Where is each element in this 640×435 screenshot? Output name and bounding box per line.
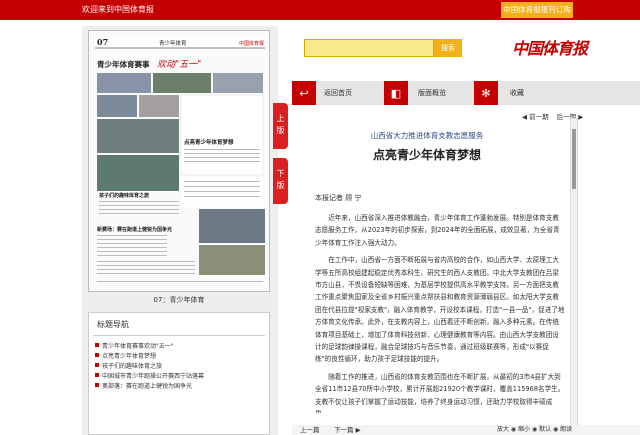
scroll-thumb[interactable]	[572, 129, 576, 189]
bullet-icon	[95, 373, 99, 377]
home-button[interactable]: 返回首页	[324, 81, 352, 105]
nav-title: 标题导航	[97, 320, 129, 329]
bullet-icon	[95, 363, 99, 367]
article-kicker: 山西省大力推进体育支教志愿服务	[370, 131, 484, 140]
section-header: 青少年体育	[159, 39, 187, 47]
nav-item[interactable]: 点亮青少年体育梦想	[95, 350, 204, 360]
welcome-text: 欢迎来到中国体育报	[82, 5, 154, 14]
search-input[interactable]	[304, 39, 434, 57]
bullet-icon	[95, 383, 99, 387]
article-title: 点亮青少年体育梦想	[372, 148, 481, 162]
thumb-headline-highlight: 欢动"五一"	[157, 59, 201, 70]
subscribe-button[interactable]: 中国体育报报刊订购	[501, 2, 573, 18]
favorite-button[interactable]: 收藏	[510, 81, 524, 105]
page-caption: 07：青少年体育	[153, 296, 205, 304]
article-scrollbar[interactable]	[570, 118, 578, 430]
newspaper-page-thumbnail[interactable]: 07 青少年体育 中国体育报 青少年体育赛事 欢动"五一" 点亮青少年体育梦想 …	[88, 30, 270, 292]
search-button[interactable]: 搜索	[434, 39, 462, 57]
nav-item[interactable]: 青少年体育赛事欢动"五一"	[95, 340, 204, 350]
nav-item[interactable]: 中国城市青少年跑操公开赛西宁站落幕	[95, 370, 204, 380]
next-page-tab[interactable]: 下版	[273, 158, 288, 204]
gear-icon[interactable]: ✻	[474, 81, 498, 105]
article-paragraph: 近年来，山西省深入推进体教融合，青少年体育工作蓬勃发展。特别是体育支教志愿服务工…	[315, 214, 560, 247]
thumb-headline: 青少年体育赛事	[97, 59, 150, 69]
prev-page-tab[interactable]: 上版	[273, 103, 288, 149]
next-article-link[interactable]: 下一篇 ▶	[334, 424, 361, 434]
thumb-article4-title: 新赛场：赛在跑道上健锐为国争光	[97, 226, 172, 233]
thumb-article3-title: 孩子们的趣味体育之旅	[99, 192, 149, 199]
svg-text:中国体育报: 中国体育报	[239, 40, 264, 47]
back-arrow-icon[interactable]: ↩	[292, 81, 316, 105]
nav-list: 青少年体育赛事欢动"五一" 点亮青少年体育梦想 孩子们的趣味体育之旅 中国城市青…	[95, 340, 204, 390]
article-paragraph: 在工作中，山西省一方面不断拓展与省内高校的合作，如山西大学、太原理工大学等五所高…	[315, 256, 565, 364]
prev-issue-link[interactable]: ◀ 前一期	[522, 113, 549, 121]
article-paragraph: 随着工作的推进，山西省的体育支教范围也在不断扩展，从最初的3市4县扩大到全省11…	[315, 372, 565, 413]
toolbar: ↩ 返回首页 ◧ 版面概览 ✻ 收藏	[292, 81, 640, 105]
overview-icon[interactable]: ◧	[384, 81, 408, 105]
prev-article-link[interactable]: 上一篇	[300, 424, 320, 434]
title-navigation: 标题导航 青少年体育赛事欢动"五一" 点亮青少年体育梦想 孩子们的趣味体育之旅 …	[88, 312, 270, 435]
newspaper-page-image: 07 青少年体育 中国体育报 青少年体育赛事 欢动"五一" 点亮青少年体育梦想 …	[89, 31, 269, 291]
article-body: 近年来，山西省深入推进体教融合，青少年体育工作蓬勃发展。特别是体育支教志愿服务工…	[315, 212, 565, 413]
zoom-controls[interactable]: 放大 ◉ 缩小 ◉ 默认 ◉ 朗读	[497, 424, 572, 433]
nav-item[interactable]: 孩子们的趣味体育之旅	[95, 360, 204, 370]
overview-button[interactable]: 版面概览	[418, 81, 446, 105]
issue-number: 07	[97, 37, 108, 47]
thumb-article2-title: 点亮青少年体育梦想	[184, 138, 234, 146]
bullet-icon	[95, 353, 99, 357]
bullet-icon	[95, 343, 99, 347]
nav-item[interactable]: 奥部落：赛在跑道上健锐为国争光	[95, 380, 204, 390]
article-byline: 本报记者 顾 宁	[315, 194, 362, 202]
site-logo: 中国体育报	[512, 39, 588, 58]
